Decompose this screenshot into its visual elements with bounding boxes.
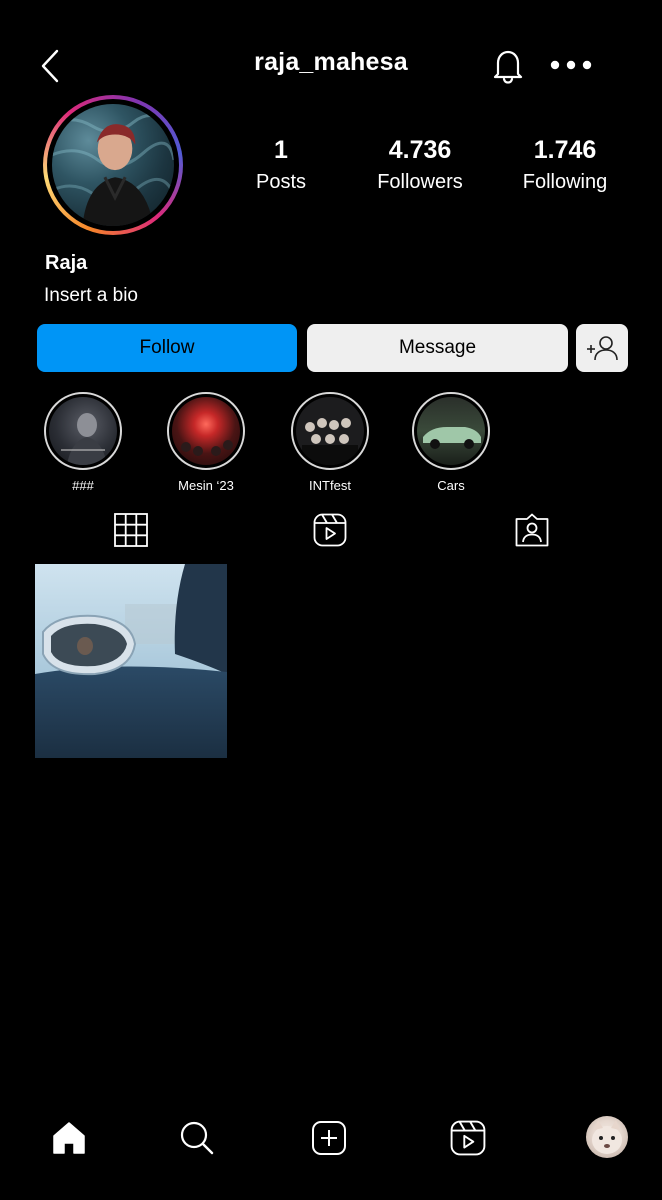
stat-following[interactable]: 1.746 Following (500, 136, 630, 194)
highlight-label: INTfest (309, 478, 351, 493)
follow-button[interactable]: Follow (37, 324, 297, 372)
add-person-icon (587, 336, 618, 361)
highlight-label: ### (72, 478, 94, 493)
nav-search[interactable] (175, 1116, 219, 1160)
post-image (35, 564, 227, 758)
followers-label: Followers (377, 171, 463, 193)
following-label: Following (522, 171, 608, 193)
highlight-cover (49, 397, 117, 465)
highlight-cover (296, 397, 364, 465)
avatar (592, 1120, 622, 1154)
search-icon (180, 1121, 214, 1155)
highlight-cover (172, 397, 240, 465)
suggested-accounts-button[interactable] (576, 324, 628, 372)
highlight-item[interactable]: ### (33, 392, 133, 493)
highlight-item[interactable]: Mesin ‘23 (156, 392, 256, 493)
following-count: 1.746 (533, 136, 597, 164)
stat-posts[interactable]: 1 Posts (216, 136, 346, 194)
tagged-person-icon (515, 513, 549, 547)
display-name: Raja (45, 252, 88, 274)
highlight-cover (417, 397, 485, 465)
tab-tagged[interactable] (514, 512, 550, 548)
tab-posts[interactable] (113, 512, 149, 548)
notifications-button[interactable] (488, 44, 528, 88)
home-icon (53, 1122, 85, 1154)
plus-square-icon (312, 1121, 346, 1155)
more-options-button[interactable] (546, 50, 596, 80)
highlight-item[interactable]: INTfest (280, 392, 380, 493)
profile-avatar[interactable] (43, 95, 183, 235)
nav-reels[interactable] (446, 1116, 490, 1160)
avatar-photo (52, 104, 174, 226)
post-thumbnail[interactable] (35, 564, 227, 758)
followers-count: 4.736 (388, 136, 452, 164)
posts-label: Posts (255, 171, 307, 193)
more-horizontal-icon (550, 60, 592, 70)
reels-icon (450, 1120, 486, 1156)
profile-bio: Insert a bio (44, 285, 138, 306)
nav-profile-avatar[interactable] (586, 1116, 628, 1158)
highlight-label: Cars (437, 478, 465, 493)
message-button[interactable]: Message (307, 324, 568, 372)
highlight-item[interactable]: Cars (401, 392, 501, 493)
nav-create[interactable] (307, 1116, 351, 1160)
highlight-label: Mesin ‘23 (178, 478, 234, 493)
grid-icon (114, 513, 148, 547)
stat-followers[interactable]: 4.736 Followers (355, 136, 485, 194)
nav-home[interactable] (47, 1116, 91, 1160)
posts-count: 1 (274, 136, 288, 164)
reels-icon (313, 513, 347, 547)
tab-reels[interactable] (312, 512, 348, 548)
bell-icon (493, 50, 523, 84)
